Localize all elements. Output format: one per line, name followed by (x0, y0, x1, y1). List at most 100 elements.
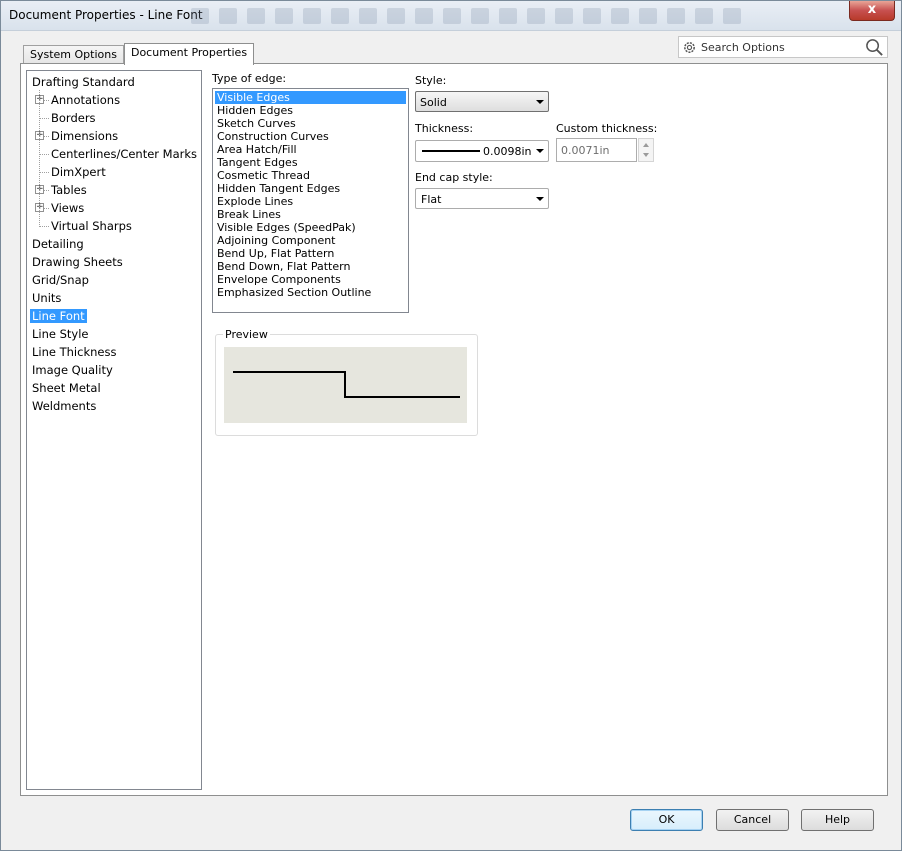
help-button[interactable]: Help (801, 809, 874, 831)
edge-type-item[interactable]: Construction Curves (215, 130, 406, 143)
edge-type-item[interactable]: Sketch Curves (215, 117, 406, 130)
close-button[interactable]: x (849, 1, 895, 21)
tree-connector (40, 118, 49, 119)
tree-item-label: Units (32, 291, 62, 305)
tree-connector (39, 90, 40, 227)
close-icon: x (867, 2, 877, 17)
tree-item[interactable]: Centerlines/Center Marks (51, 146, 197, 162)
preview-label: Preview (223, 328, 270, 341)
search-input[interactable]: Search Options (701, 41, 785, 54)
edge-type-item[interactable]: Emphasized Section Outline (215, 286, 406, 299)
type-of-edge-label: Type of edge: (212, 72, 287, 85)
edge-type-item[interactable]: Adjoining Component (215, 234, 406, 247)
tree-item-label: Virtual Sharps (51, 219, 132, 233)
edge-type-item[interactable]: Break Lines (215, 208, 406, 221)
edge-type-item[interactable]: Bend Down, Flat Pattern (215, 260, 406, 273)
tree-item-label: Line Thickness (32, 345, 117, 359)
title-bar: Document Properties - Line Font x (1, 1, 901, 31)
tree-item-label: Weldments (32, 399, 97, 413)
tree-item[interactable]: Sheet Metal (32, 380, 101, 396)
thickness-label: Thickness: (415, 122, 474, 135)
magnifier-icon[interactable] (865, 38, 884, 60)
tree-item-label: Image Quality (32, 363, 113, 377)
style-label: Style: (415, 74, 447, 87)
end-cap-dropdown[interactable]: Flat (415, 188, 549, 209)
window-title: Document Properties - Line Font (9, 8, 203, 22)
tree-item[interactable]: Weldments (32, 398, 96, 414)
tree-item-label: Drawing Sheets (32, 255, 123, 269)
tree-item-label: Line Style (32, 327, 89, 341)
edge-type-item[interactable]: Area Hatch/Fill (215, 143, 406, 156)
spin-buttons[interactable] (638, 138, 654, 162)
chevron-down-icon (536, 149, 544, 153)
end-cap-value: Flat (421, 193, 442, 206)
tree-connector (40, 154, 49, 155)
style-value: Solid (420, 96, 447, 109)
tree-item[interactable]: Units (32, 290, 61, 306)
edge-type-list[interactable]: Visible Edges Hidden Edges Sketch Curves Co… (212, 88, 409, 313)
custom-thickness-field[interactable]: 0.0071in (556, 138, 637, 162)
search-box[interactable]: Search Options (678, 36, 888, 58)
tree-item-label: Centerlines/Center Marks (51, 147, 198, 161)
chevron-down-icon (536, 197, 544, 201)
edge-type-item[interactable]: Explode Lines (215, 195, 406, 208)
gear-icon[interactable] (682, 40, 697, 58)
edge-type-item[interactable]: Bend Up, Flat Pattern (215, 247, 406, 260)
tab-document-properties[interactable]: Document Properties (123, 43, 255, 65)
tree-connector (40, 172, 49, 173)
edge-type-item[interactable]: Hidden Edges (215, 104, 406, 117)
tree-item[interactable]: Borders (51, 110, 96, 126)
edge-type-item[interactable]: Visible Edges (SpeedPak) (215, 221, 406, 234)
tree-item[interactable]: Image Quality (32, 362, 113, 378)
style-dropdown[interactable]: Solid (415, 91, 549, 112)
tree-item[interactable]: Virtual Sharps (51, 218, 132, 234)
tree-item-label: Line Font (30, 309, 87, 323)
tree-item-label: Sheet Metal (32, 381, 101, 395)
end-cap-style-label: End cap style: (415, 171, 493, 184)
chevron-down-icon (536, 100, 544, 104)
spin-down-icon[interactable] (643, 153, 649, 157)
edge-type-item[interactable]: Visible Edges (215, 91, 406, 104)
tree-item-label: Dimensions (51, 129, 119, 143)
dialog-window: Document Properties - Line Font x System… (0, 0, 902, 851)
tree-item[interactable]: Tables (51, 182, 87, 198)
edge-type-item[interactable]: Cosmetic Thread (215, 169, 406, 182)
edge-type-item[interactable]: Tangent Edges (215, 156, 406, 169)
tree-item[interactable]: Line Font (30, 308, 87, 324)
custom-thickness-label: Custom thickness: (556, 122, 658, 135)
thickness-value: 0.0098in (483, 145, 532, 158)
tree-item-label: DimXpert (51, 165, 106, 179)
preview-line-graphic (233, 371, 460, 398)
tree-item-label: Views (51, 201, 85, 215)
thickness-dropdown[interactable]: 0.0098in (415, 140, 549, 162)
edge-type-item[interactable]: Envelope Components (215, 273, 406, 286)
tree-item[interactable]: Annotations (51, 92, 120, 108)
tab-strip: System Options Document Properties (23, 43, 255, 65)
thickness-line-sample (422, 150, 480, 152)
cancel-button[interactable]: Cancel (716, 809, 789, 831)
tab-system-options[interactable]: System Options (23, 45, 124, 65)
tree-item-label: Borders (51, 111, 96, 125)
preview-canvas (224, 347, 467, 423)
options-tree[interactable]: Drafting Standard Annotations + Borders Dime… (26, 70, 202, 790)
tree-connector (40, 226, 49, 227)
tree-item-label: Tables (51, 183, 87, 197)
spin-up-icon[interactable] (643, 143, 649, 147)
tree-item[interactable]: Line Style (32, 326, 89, 342)
tree-item[interactable]: DimXpert (51, 164, 106, 180)
tree-item-label: Drafting Standard (32, 75, 135, 89)
custom-thickness-spinner: 0.0071in (556, 138, 654, 162)
tree-item-label: Annotations (51, 93, 121, 107)
tree-item-label: Detailing (32, 237, 84, 251)
edge-type-item[interactable]: Hidden Tangent Edges (215, 182, 406, 195)
tree-item[interactable]: Line Thickness (32, 344, 116, 360)
tree-item[interactable]: Grid/Snap (32, 272, 89, 288)
tree-item[interactable]: Drawing Sheets (32, 254, 123, 270)
tree-item[interactable]: Views (51, 200, 84, 216)
ok-button[interactable]: OK (630, 809, 703, 831)
tree-item[interactable]: Drafting Standard (32, 74, 135, 90)
tree-item[interactable]: Detailing (32, 236, 84, 252)
tree-item-label: Grid/Snap (32, 273, 89, 287)
background-toolbar-ghost (191, 4, 841, 28)
tree-item[interactable]: Dimensions (51, 128, 118, 144)
